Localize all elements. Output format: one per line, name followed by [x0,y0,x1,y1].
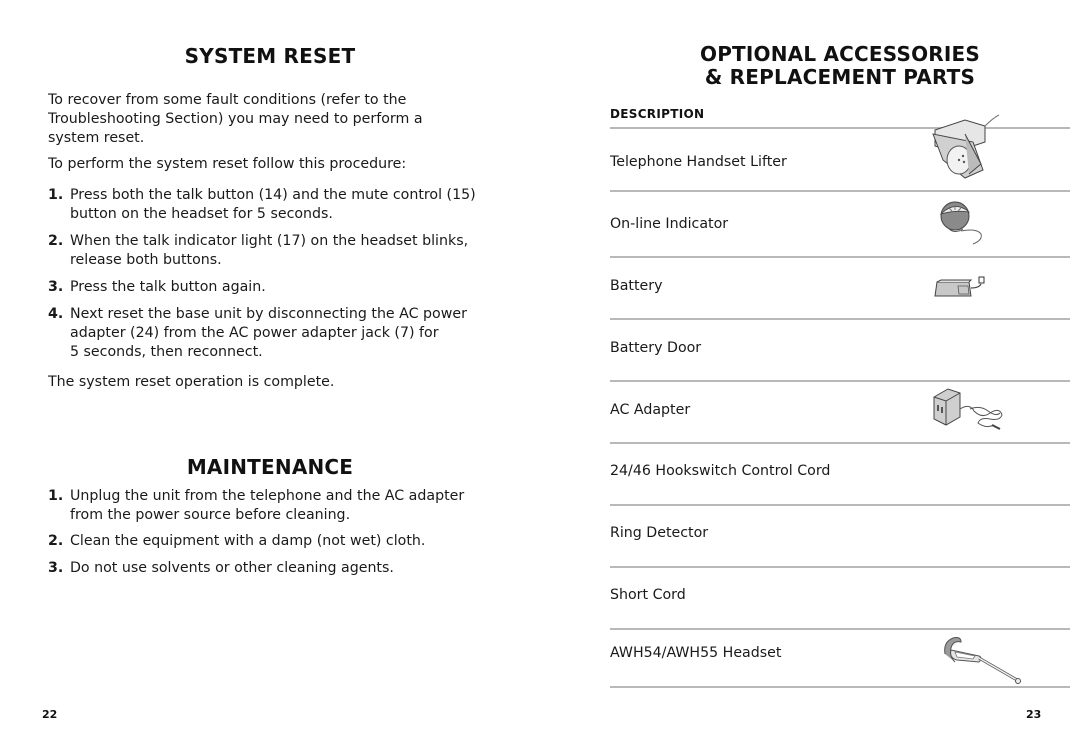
step-number: 2. [48,533,64,549]
accessory-item: Battery [610,278,663,294]
page-number: 23 [1026,708,1042,721]
step-number: 4. [48,306,64,322]
left-page: SYSTEM RESET To recover from some fault … [0,0,540,742]
accessory-item: 24/46 Hookswitch Control Cord [610,463,831,479]
system-reset-intro: To recover from some fault conditions (r… [48,91,423,148]
accessory-item: Telephone Handset Lifter [610,154,787,170]
step-line: Press both the talk button (14) and the … [70,187,476,203]
step-number: 2. [48,233,64,249]
divider [610,190,1070,192]
step-number: 3. [48,560,64,576]
step-line: When the talk indicator light (17) on th… [70,233,469,249]
accessory-item: Battery Door [610,340,702,356]
step-line: from the power source before cleaning. [70,507,351,523]
intro-line: To recover from some fault conditions (r… [48,92,407,108]
step-line: Press the talk button again. [70,279,266,295]
battery-icon [934,276,985,297]
divider [610,566,1070,568]
maintenance-title: MAINTENANCE [186,455,354,479]
divider [610,318,1070,320]
title-line: OPTIONAL ACCESSORIES [700,42,980,66]
handset-lifter-icon [932,114,1000,179]
divider [610,127,1070,129]
step-line: adapter (24) from the AC power adapter j… [70,325,439,341]
page-number: 22 [42,708,58,721]
accessory-item: AWH54/AWH55 Headset [610,645,782,661]
right-page: OPTIONAL ACCESSORIES & REPLACEMENT PARTS… [540,0,1080,742]
accessories-title: OPTIONAL ACCESSORIES & REPLACEMENT PARTS [610,43,1070,89]
divider [610,628,1070,630]
divider [610,380,1070,382]
description-header: DESCRIPTION [610,107,705,121]
accessory-item: Short Cord [610,587,686,603]
divider [610,504,1070,506]
step-line: Unplug the unit from the telephone and t… [70,488,465,504]
divider [610,256,1070,258]
step-line: button on the headset for 5 seconds. [70,206,333,222]
step-line: release both buttons. [70,252,222,268]
accessory-item: On-line Indicator [610,216,729,232]
step-number: 1. [48,488,64,504]
intro-line: system reset. [48,130,145,146]
step-line: Next reset the base unit by disconnectin… [70,306,467,322]
reset-conclusion: The system reset operation is complete. [48,374,335,390]
divider [610,442,1070,444]
online-indicator-icon [939,201,982,245]
headset-icon [944,637,1021,684]
intro-line: Troubleshooting Section) you may need to… [48,111,423,127]
step-line: Clean the equipment with a damp (not wet… [70,533,426,549]
title-line: & REPLACEMENT PARTS [704,65,976,89]
step-line: Do not use solvents or other cleaning ag… [70,560,394,576]
ac-adapter-icon [933,388,1003,430]
step-line: 5 seconds, then reconnect. [70,344,263,360]
step-number: 1. [48,187,64,203]
step-number: 3. [48,279,64,295]
procedure-intro: To perform the system reset follow this … [48,156,407,172]
accessory-item: AC Adapter [610,402,691,418]
accessory-item: Ring Detector [610,525,709,541]
system-reset-title: SYSTEM RESET [184,44,356,68]
